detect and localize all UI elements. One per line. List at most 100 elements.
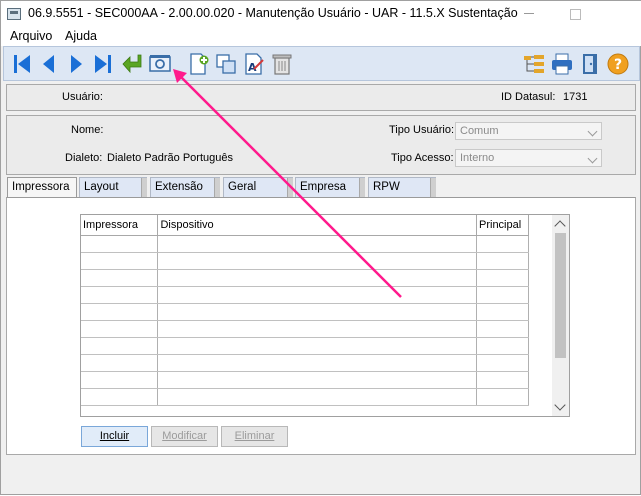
modificar-button[interactable]: Modificar xyxy=(151,426,218,447)
edit-icon: A xyxy=(245,53,264,75)
table-cell[interactable] xyxy=(81,235,159,253)
tab-layout[interactable]: Layout xyxy=(79,177,147,198)
table-row[interactable] xyxy=(81,354,529,372)
table-cell[interactable] xyxy=(157,320,477,338)
table-row[interactable] xyxy=(81,320,529,338)
table-cell[interactable] xyxy=(476,371,529,389)
table-cell[interactable] xyxy=(476,320,529,338)
copy-record-button[interactable] xyxy=(214,52,238,76)
table-row[interactable] xyxy=(81,303,529,321)
table-cell[interactable] xyxy=(81,371,159,389)
app-window: 06.9.5551 - SEC000AA - 2.00.00.020 - Man… xyxy=(0,0,641,495)
table-cell[interactable] xyxy=(81,388,159,406)
table-cell[interactable] xyxy=(81,354,159,372)
eliminar-button[interactable]: Eliminar xyxy=(221,426,288,447)
table-cell[interactable] xyxy=(81,337,159,355)
table-cell[interactable] xyxy=(157,303,477,321)
zoom-button[interactable] xyxy=(148,52,172,76)
scroll-up-icon[interactable] xyxy=(554,220,566,232)
menu-ajuda[interactable]: Ajuda xyxy=(65,29,97,43)
table-row[interactable] xyxy=(81,371,529,389)
help-button[interactable]: ? xyxy=(606,52,630,76)
minimize-button[interactable] xyxy=(506,1,552,27)
table-cell[interactable] xyxy=(476,388,529,406)
new-record-button[interactable] xyxy=(187,52,211,76)
incluir-button[interactable]: Incluir xyxy=(81,426,148,447)
table-cell[interactable] xyxy=(476,235,529,253)
dialeto-value: Dialeto Padrão Português xyxy=(107,152,233,164)
table-cell[interactable] xyxy=(476,303,529,321)
table-cell[interactable] xyxy=(157,286,477,304)
tipo-usuario-select[interactable]: Comum xyxy=(455,122,602,140)
scroll-thumb[interactable] xyxy=(555,233,566,358)
toolbar: A ? xyxy=(3,46,640,81)
table-cell[interactable] xyxy=(157,388,477,406)
window-title: 06.9.5551 - SEC000AA - 2.00.00.020 - Man… xyxy=(28,6,518,20)
tab-impressora[interactable]: Impressora xyxy=(7,177,77,198)
previous-record-button[interactable] xyxy=(37,52,61,76)
tab-label: Impressora xyxy=(12,181,70,193)
column-header-dispositivo[interactable]: Dispositivo xyxy=(157,215,477,236)
tab-label: Extensão xyxy=(155,181,203,193)
printer-grid[interactable]: Impressora Dispositivo Principal xyxy=(80,214,570,417)
table-cell[interactable] xyxy=(476,337,529,355)
print-button[interactable] xyxy=(550,52,574,76)
column-header-impressora[interactable]: Impressora xyxy=(81,215,159,236)
edit-record-button[interactable]: A xyxy=(242,52,266,76)
table-cell[interactable] xyxy=(476,354,529,372)
tipo-acesso-select[interactable]: Interno xyxy=(455,149,602,167)
usuario-label: Usuário: xyxy=(62,91,103,103)
first-record-button[interactable] xyxy=(10,52,34,76)
table-cell[interactable] xyxy=(476,286,529,304)
table-cell[interactable] xyxy=(81,320,159,338)
svg-text:?: ? xyxy=(614,57,622,73)
return-button[interactable] xyxy=(120,52,144,76)
scroll-down-icon[interactable] xyxy=(554,399,566,411)
vertical-scrollbar[interactable] xyxy=(552,215,569,416)
delete-record-button[interactable] xyxy=(270,52,294,76)
zoom-icon xyxy=(149,55,171,72)
tipo-acesso-label: Tipo Acesso: xyxy=(391,152,454,164)
table-cell[interactable] xyxy=(157,269,477,287)
tree-button[interactable] xyxy=(522,52,546,76)
last-record-button[interactable] xyxy=(91,52,115,76)
help-icon: ? xyxy=(607,53,629,75)
table-cell[interactable] xyxy=(81,303,159,321)
table-row[interactable] xyxy=(81,286,529,304)
table-cell[interactable] xyxy=(81,269,159,287)
tab-empresa[interactable]: Empresa xyxy=(295,177,365,198)
tab-geral[interactable]: Geral xyxy=(223,177,293,198)
print-icon xyxy=(552,53,572,75)
return-icon xyxy=(122,54,142,74)
exit-button[interactable] xyxy=(578,52,602,76)
tab-rpw[interactable]: RPW xyxy=(368,177,436,198)
table-row[interactable] xyxy=(81,269,529,287)
table-cell[interactable] xyxy=(476,252,529,270)
table-row[interactable] xyxy=(81,252,529,270)
menu-arquivo[interactable]: Arquivo xyxy=(10,29,52,43)
table-cell[interactable] xyxy=(157,337,477,355)
table-row[interactable] xyxy=(81,337,529,355)
tipo-usuario-value: Comum xyxy=(460,125,499,137)
next-record-button[interactable] xyxy=(64,52,88,76)
tab-extensao[interactable]: Extensão xyxy=(150,177,220,198)
dialeto-label: Dialeto: xyxy=(65,152,103,164)
table-cell[interactable] xyxy=(476,269,529,287)
table-cell[interactable] xyxy=(81,252,159,270)
tab-label: Layout xyxy=(84,181,119,193)
printer-table-body xyxy=(81,235,529,406)
table-cell[interactable] xyxy=(157,371,477,389)
nome-label: Nome: xyxy=(71,124,104,136)
table-cell[interactable] xyxy=(157,252,477,270)
user-details-panel: Nome: Dialeto: Dialeto Padrão Português … xyxy=(6,115,636,175)
table-cell[interactable] xyxy=(157,235,477,253)
copy-icon xyxy=(216,54,236,74)
maximize-button[interactable] xyxy=(552,1,598,27)
column-header-principal[interactable]: Principal xyxy=(476,215,529,236)
next-icon xyxy=(71,55,82,73)
table-cell[interactable] xyxy=(157,354,477,372)
table-row[interactable] xyxy=(81,388,529,406)
table-row[interactable] xyxy=(81,235,529,253)
table-cell[interactable] xyxy=(81,286,159,304)
chevron-down-icon xyxy=(587,126,598,137)
